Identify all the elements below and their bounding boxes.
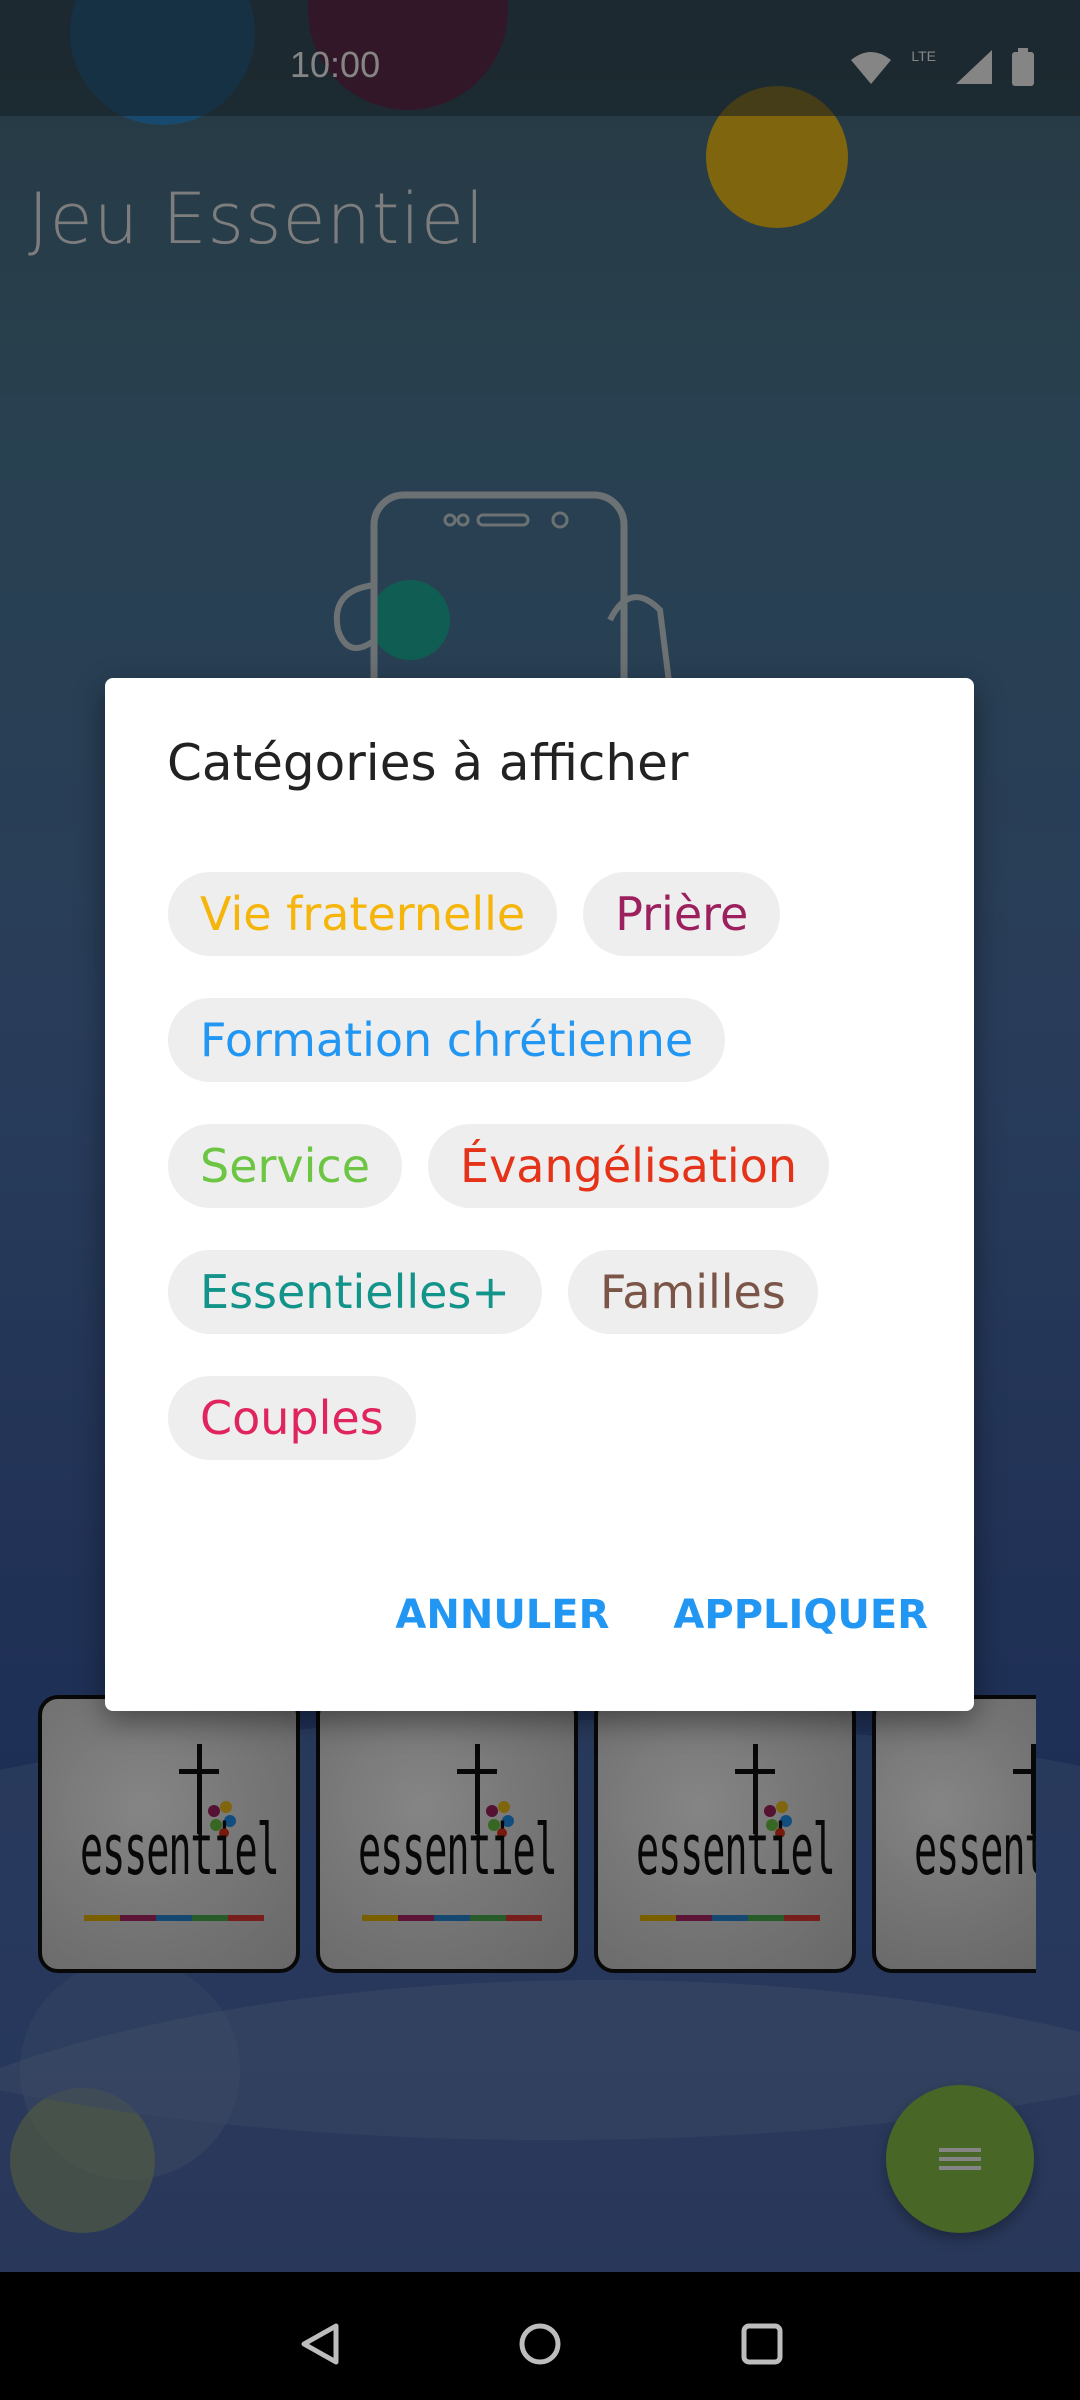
chip-couples[interactable]: Couples bbox=[168, 1376, 416, 1460]
apply-button[interactable]: APPLIQUER bbox=[673, 1592, 928, 1638]
dialog-actions: ANNULER APPLIQUER bbox=[395, 1592, 928, 1638]
chip-vie-fraternelle[interactable]: Vie fraternelle bbox=[168, 872, 558, 956]
chip-evangelisation[interactable]: Évangélisation bbox=[428, 1124, 829, 1208]
cancel-button[interactable]: ANNULER bbox=[395, 1592, 609, 1638]
chip-formation-chretienne[interactable]: Formation chrétienne bbox=[168, 998, 726, 1082]
category-dialog: Catégories à afficher Vie fraternelle Pr… bbox=[105, 678, 974, 1711]
recents-icon[interactable] bbox=[740, 2322, 784, 2366]
chip-priere[interactable]: Prière bbox=[583, 872, 781, 956]
category-chips: Vie fraternelle Prière Formation chrétie… bbox=[168, 872, 928, 1502]
home-icon[interactable] bbox=[518, 2322, 562, 2366]
chip-familles[interactable]: Familles bbox=[567, 1250, 818, 1334]
chip-essentielles-plus[interactable]: Essentielles+ bbox=[168, 1250, 542, 1334]
back-icon[interactable] bbox=[298, 2322, 342, 2366]
chip-service[interactable]: Service bbox=[168, 1124, 403, 1208]
dialog-title: Catégories à afficher bbox=[167, 734, 689, 792]
